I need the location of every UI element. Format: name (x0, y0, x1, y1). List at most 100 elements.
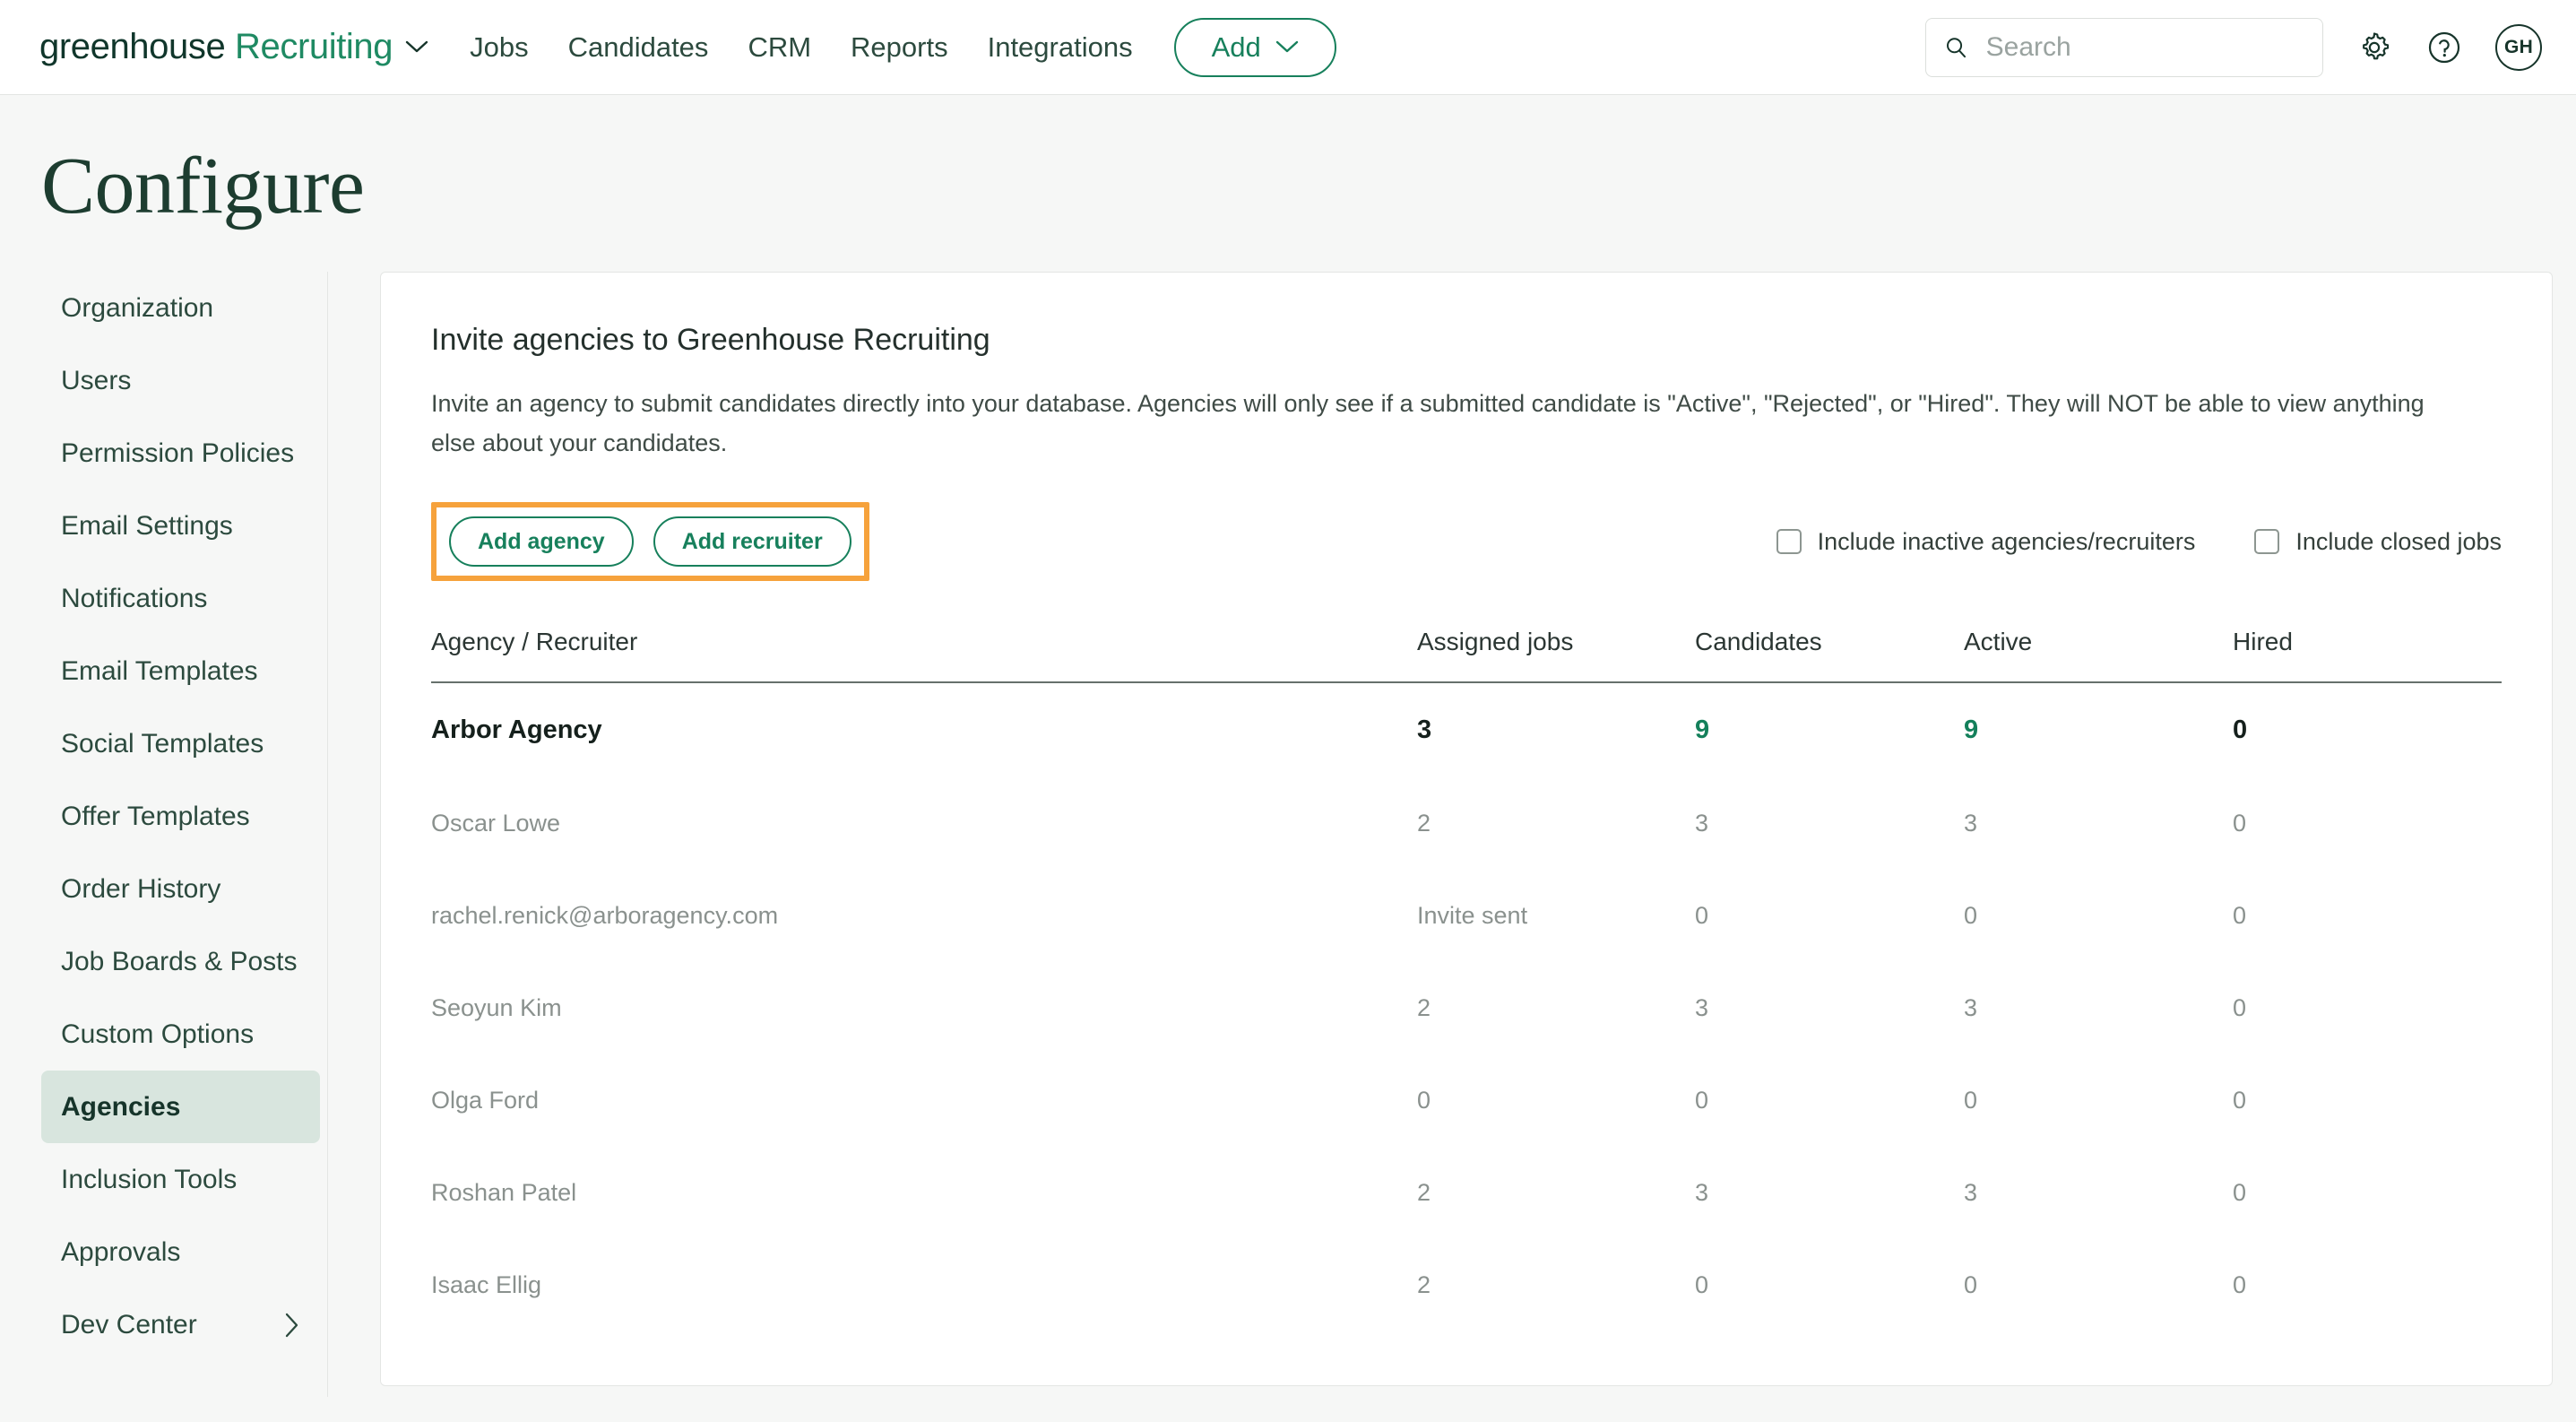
column-header-active: Active (1964, 628, 2233, 684)
avatar-initials: GH (2503, 36, 2534, 57)
sidebar-item-label: Social Templates (61, 728, 264, 759)
sidebar-item-job-boards-posts[interactable]: Job Boards & Posts (41, 925, 320, 998)
cell-active[interactable]: 3 (1964, 962, 2233, 1054)
sidebar-item-label: Users (61, 365, 132, 395)
cell-recruiter-name[interactable]: Olga Ford (431, 1054, 1417, 1147)
table-header-row: Agency / Recruiter Assigned jobs Candida… (431, 628, 2502, 684)
sidebar-item-inclusion-tools[interactable]: Inclusion Tools (41, 1143, 320, 1216)
sidebar-item-approvals[interactable]: Approvals (41, 1216, 320, 1288)
search-box[interactable] (1925, 17, 2323, 77)
table-header: Agency / Recruiter Assigned jobs Candida… (431, 628, 2502, 684)
cell-hired: 0 (2233, 1179, 2247, 1207)
include-inactive-checkbox[interactable]: Include inactive agencies/recruiters (1776, 527, 2196, 556)
table-row[interactable]: Arbor Agency 3 9 9 0 (431, 682, 2502, 777)
cell-candidates: 0 (1695, 1087, 1709, 1114)
nav-link-integrations[interactable]: Integrations (988, 31, 1133, 64)
chevron-down-icon (1275, 40, 1298, 53)
sidebar-item-offer-templates[interactable]: Offer Templates (41, 780, 320, 853)
sidebar-item-permission-policies[interactable]: Permission Policies (41, 417, 320, 490)
cell-recruiter-name[interactable]: Roshan Patel (431, 1147, 1417, 1239)
primary-nav-links: Jobs Candidates CRM Reports Integrations (470, 31, 1132, 64)
sidebar-item-label: Custom Options (61, 1019, 255, 1049)
cell-candidates[interactable]: 3 (1695, 962, 1964, 1054)
cell-active[interactable]: 9 (1964, 682, 2233, 777)
table-row[interactable]: Roshan Patel 2 3 3 0 (431, 1147, 2502, 1239)
brand-logo[interactable]: greenhouse Recruiting (39, 27, 428, 67)
gear-icon[interactable] (2356, 29, 2393, 66)
sidebar-item-label: Email Templates (61, 655, 258, 686)
help-icon[interactable] (2425, 29, 2463, 66)
sidebar-item-label: Offer Templates (61, 801, 250, 831)
cell-recruiter-name[interactable]: Isaac Ellig (431, 1239, 1417, 1331)
table-row[interactable]: Isaac Ellig 2 0 0 0 (431, 1239, 2502, 1331)
add-button-label: Add (1211, 30, 1261, 63)
checkbox-box[interactable] (1776, 529, 1802, 555)
cell-active[interactable]: 3 (1964, 777, 2233, 870)
cell-assigned-jobs: 2 (1417, 810, 1431, 837)
checkbox-box[interactable] (2254, 529, 2280, 555)
cell-assigned-jobs: 0 (1417, 1087, 1431, 1114)
table-row[interactable]: Olga Ford 0 0 0 0 (431, 1054, 2502, 1147)
sidebar-item-agencies[interactable]: Agencies (41, 1071, 320, 1143)
cell-candidates[interactable]: 3 (1695, 777, 1964, 870)
nav-link-reports[interactable]: Reports (851, 31, 948, 64)
sidebar-item-email-settings[interactable]: Email Settings (41, 490, 320, 562)
nav-link-crm[interactable]: CRM (748, 31, 811, 64)
table-body: Arbor Agency 3 9 9 0 Oscar Lowe 2 3 3 0 (431, 682, 2502, 1331)
nav-link-candidates[interactable]: Candidates (568, 31, 709, 64)
sidebar-item-order-history[interactable]: Order History (41, 853, 320, 925)
checkbox-label: Include inactive agencies/recruiters (1817, 527, 2196, 555)
sidebar-item-social-templates[interactable]: Social Templates (41, 707, 320, 780)
avatar[interactable]: GH (2495, 23, 2542, 71)
sidebar-item-label: Inclusion Tools (61, 1164, 238, 1194)
sidebar-item-custom-options[interactable]: Custom Options (41, 998, 320, 1071)
cell-candidates: 0 (1695, 1271, 1709, 1299)
brand-logo-text: greenhouse Recruiting (39, 27, 393, 67)
cell-candidates[interactable]: 3 (1695, 1147, 1964, 1239)
cell-hired: 0 (2233, 994, 2247, 1022)
sidebar-item-dev-center[interactable]: Dev Center (41, 1288, 320, 1361)
sidebar-item-email-templates[interactable]: Email Templates (41, 635, 320, 707)
column-header-candidates: Candidates (1695, 628, 1964, 684)
sidebar-item-label: Notifications (61, 583, 208, 613)
sidebar-item-label: Job Boards & Posts (61, 946, 298, 976)
cell-agency-name[interactable]: Arbor Agency (431, 682, 1417, 777)
cell-active[interactable]: 3 (1964, 1147, 2233, 1239)
sidebar-item-label: Order History (61, 873, 221, 904)
invite-agencies-card: Invite agencies to Greenhouse Recruiting… (380, 272, 2553, 1387)
top-navigation-bar: greenhouse Recruiting Jobs Candidates CR… (0, 0, 2576, 95)
cell-active: 0 (1964, 1087, 1978, 1114)
sidebar-item-label: Dev Center (61, 1309, 197, 1340)
add-agency-button[interactable]: Add agency (449, 516, 634, 568)
cell-assigned-jobs: 2 (1417, 994, 1431, 1022)
card-title: Invite agencies to Greenhouse Recruiting (431, 323, 990, 357)
cell-active: 0 (1964, 902, 1978, 930)
add-button[interactable]: Add (1173, 17, 1336, 77)
table-row[interactable]: Oscar Lowe 2 3 3 0 (431, 777, 2502, 870)
cell-candidates[interactable]: 9 (1695, 682, 1964, 777)
cell-candidates: 0 (1695, 902, 1709, 930)
nav-link-jobs[interactable]: Jobs (470, 31, 528, 64)
cell-assigned-jobs: 3 (1417, 715, 1432, 745)
cell-recruiter-name[interactable]: Oscar Lowe (431, 777, 1417, 870)
table-row[interactable]: rachel.renick@arboragency.com Invite sen… (431, 870, 2502, 962)
cell-hired: 0 (2233, 810, 2247, 837)
include-closed-jobs-checkbox[interactable]: Include closed jobs (2254, 528, 2502, 556)
cell-recruiter-name[interactable]: rachel.renick@arboragency.com (431, 870, 1417, 962)
chevron-down-icon[interactable] (405, 40, 428, 54)
cell-recruiter-name[interactable]: Seoyun Kim (431, 962, 1417, 1054)
sidebar-item-users[interactable]: Users (41, 344, 320, 417)
column-header-hired: Hired (2233, 628, 2502, 684)
sidebar-item-label: Approvals (61, 1236, 181, 1267)
sidebar-item-notifications[interactable]: Notifications (41, 562, 320, 635)
sidebar-item-label: Permission Policies (61, 438, 295, 468)
cell-assigned-jobs: 2 (1417, 1271, 1431, 1299)
page-body: Organization Users Permission Policies E… (0, 272, 2576, 1397)
sidebar-item-label: Email Settings (61, 510, 233, 541)
search-input[interactable] (1984, 30, 2304, 64)
configure-sidebar: Organization Users Permission Policies E… (41, 272, 328, 1397)
add-recruiter-button[interactable]: Add recruiter (653, 516, 851, 568)
table-row[interactable]: Seoyun Kim 2 3 3 0 (431, 962, 2502, 1054)
brand-secondary-label: Recruiting (235, 27, 393, 66)
sidebar-item-organization[interactable]: Organization (41, 272, 320, 344)
